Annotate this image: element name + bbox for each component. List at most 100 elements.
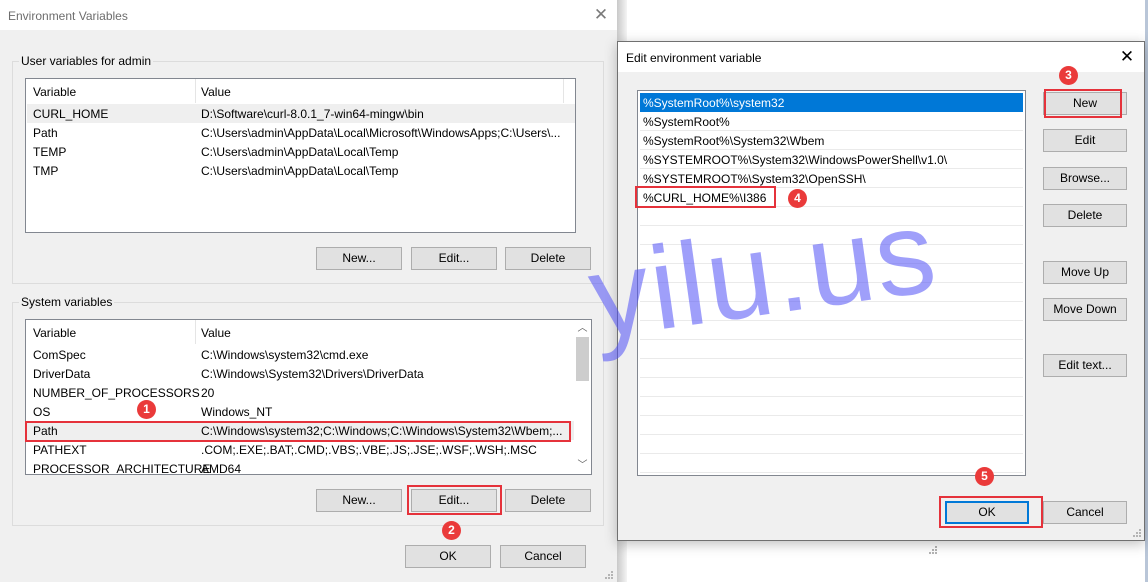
table-row[interactable]: CURL_HOME D:\Software\curl-8.0.1_7-win64… [27, 104, 575, 123]
system-variables-label: System variables [19, 295, 115, 309]
empty-list-item[interactable] [640, 245, 1023, 264]
list-item[interactable]: %SystemRoot% [640, 112, 1023, 131]
close-icon[interactable]: ✕ [592, 6, 610, 24]
variable-cell: TMP [33, 164, 59, 178]
table-row[interactable]: TEMP C:\Users\admin\AppData\Local\Temp [27, 142, 575, 161]
table-row[interactable]: PROCESSOR_ARCHITECTURE AMD64 [27, 459, 575, 475]
variable-cell: OS [33, 405, 51, 419]
edit-cancel-button[interactable]: Cancel [1043, 501, 1127, 524]
table-row[interactable]: DriverData C:\Windows\System32\Drivers\D… [27, 364, 575, 383]
column-header-variable[interactable]: Variable [33, 85, 76, 99]
column-separator[interactable] [195, 320, 196, 344]
column-separator[interactable] [563, 79, 564, 103]
empty-list-item[interactable] [640, 207, 1023, 226]
user-edit-button[interactable]: Edit... [411, 247, 497, 270]
system-list-scrollbar[interactable]: ︿ ﹀ [574, 320, 591, 474]
empty-list-item[interactable] [640, 454, 1023, 473]
variable-cell: Path [33, 424, 58, 438]
edit-entry-button[interactable]: Edit [1043, 129, 1127, 152]
user-delete-button[interactable]: Delete [505, 247, 591, 270]
list-item[interactable]: %SystemRoot%\system32 [640, 93, 1023, 112]
env-ok-button[interactable]: OK [405, 545, 491, 568]
variable-cell: TEMP [33, 145, 67, 159]
empty-list-item[interactable] [640, 340, 1023, 359]
value-cell: C:\Users\admin\AppData\Local\Microsoft\W… [201, 126, 561, 140]
user-variables-list[interactable]: Variable Value CURL_HOME D:\Software\cur… [25, 78, 576, 233]
column-header-value[interactable]: Value [201, 85, 231, 99]
column-header-variable[interactable]: Variable [33, 326, 76, 340]
system-edit-button[interactable]: Edit... [411, 489, 497, 512]
variable-cell: NUMBER_OF_PROCESSORS [33, 386, 200, 400]
system-delete-button[interactable]: Delete [505, 489, 591, 512]
edit-environment-variable-dialog: Edit environment variable ✕ %SystemRoot%… [617, 41, 1145, 541]
browse-button[interactable]: Browse... [1043, 167, 1127, 190]
step-badge-3: 3 [1059, 66, 1078, 85]
env-dialog-title: Environment Variables [8, 9, 128, 23]
env-titlebar: Environment Variables ✕ [0, 0, 617, 30]
empty-list-item[interactable] [640, 435, 1023, 454]
value-cell: C:\Users\admin\AppData\Local\Temp [201, 145, 399, 159]
table-row[interactable]: Path C:\Windows\system32;C:\Windows;C:\W… [27, 421, 575, 440]
step-badge-1: 1 [137, 400, 156, 419]
variable-cell: DriverData [33, 367, 91, 381]
step-badge-4: 4 [788, 189, 807, 208]
empty-list-item[interactable] [640, 283, 1023, 302]
scroll-down-icon[interactable]: ﹀ [574, 457, 591, 474]
edit-text-button[interactable]: Edit text... [1043, 354, 1127, 377]
list-item[interactable]: %SYSTEMROOT%\System32\OpenSSH\ [640, 169, 1023, 188]
scroll-up-icon[interactable]: ︿ [574, 320, 591, 337]
variable-cell: ComSpec [33, 348, 86, 362]
edit-dialog-title: Edit environment variable [626, 51, 762, 65]
edit-ok-button[interactable]: OK [945, 501, 1029, 524]
empty-list-item[interactable] [640, 359, 1023, 378]
env-cancel-button[interactable]: Cancel [500, 545, 586, 568]
new-entry-button[interactable]: New [1043, 92, 1127, 115]
value-cell: C:\Windows\System32\Drivers\DriverData [201, 367, 424, 381]
path-entries-list[interactable]: %SystemRoot%\system32 %SystemRoot% %Syst… [637, 90, 1026, 476]
column-header-value[interactable]: Value [201, 326, 231, 340]
list-item[interactable]: %SystemRoot%\System32\Wbem [640, 131, 1023, 150]
variable-cell: Path [33, 126, 58, 140]
user-variables-label: User variables for admin [19, 54, 154, 68]
table-row[interactable]: Path C:\Users\admin\AppData\Local\Micros… [27, 123, 575, 142]
value-cell: .COM;.EXE;.BAT;.CMD;.VBS;.VBE;.JS;.JSE;.… [201, 443, 537, 457]
table-row[interactable]: OS Windows_NT [27, 402, 575, 421]
resize-grip-icon[interactable] [605, 571, 615, 581]
value-cell: 20 [201, 386, 215, 400]
user-list-header: Variable Value [26, 79, 575, 103]
list-item[interactable]: %CURL_HOME%\I386 [640, 188, 1023, 207]
resize-grip-icon[interactable] [1133, 529, 1143, 539]
value-cell: C:\Windows\system32\cmd.exe [201, 348, 369, 362]
system-new-button[interactable]: New... [316, 489, 402, 512]
variable-cell: CURL_HOME [33, 107, 109, 121]
empty-list-item[interactable] [640, 416, 1023, 435]
step-badge-2: 2 [442, 521, 461, 540]
value-cell: C:\Users\admin\AppData\Local\Temp [201, 164, 399, 178]
value-cell: D:\Software\curl-8.0.1_7-win64-mingw\bin [201, 107, 424, 121]
move-down-button[interactable]: Move Down [1043, 298, 1127, 321]
system-variables-list[interactable]: Variable Value ComSpec C:\Windows\system… [25, 319, 592, 475]
table-row[interactable]: PATHEXT .COM;.EXE;.BAT;.CMD;.VBS;.VBE;.J… [27, 440, 575, 459]
variable-cell: PROCESSOR_ARCHITECTURE [33, 462, 211, 475]
table-row[interactable]: NUMBER_OF_PROCESSORS 20 [27, 383, 575, 402]
list-item[interactable]: %SYSTEMROOT%\System32\WindowsPowerShell\… [640, 150, 1023, 169]
variable-cell: PATHEXT [33, 443, 87, 457]
column-separator[interactable] [195, 79, 196, 103]
empty-list-item[interactable] [640, 321, 1023, 340]
user-new-button[interactable]: New... [316, 247, 402, 270]
value-cell: AMD64 [201, 462, 242, 475]
system-list-header: Variable Value [26, 320, 591, 344]
empty-list-item[interactable] [640, 378, 1023, 397]
scroll-thumb[interactable] [576, 337, 589, 381]
delete-entry-button[interactable]: Delete [1043, 204, 1127, 227]
close-icon[interactable]: ✕ [1118, 48, 1136, 66]
empty-list-item[interactable] [640, 302, 1023, 321]
table-row[interactable]: TMP C:\Users\admin\AppData\Local\Temp [27, 161, 575, 180]
environment-variables-dialog: Environment Variables ✕ User variables f… [0, 0, 617, 582]
empty-list-item[interactable] [640, 226, 1023, 245]
move-up-button[interactable]: Move Up [1043, 261, 1127, 284]
empty-list-item[interactable] [640, 264, 1023, 283]
table-row[interactable]: ComSpec C:\Windows\system32\cmd.exe [27, 345, 575, 364]
value-cell: Windows_NT [201, 405, 273, 419]
empty-list-item[interactable] [640, 397, 1023, 416]
